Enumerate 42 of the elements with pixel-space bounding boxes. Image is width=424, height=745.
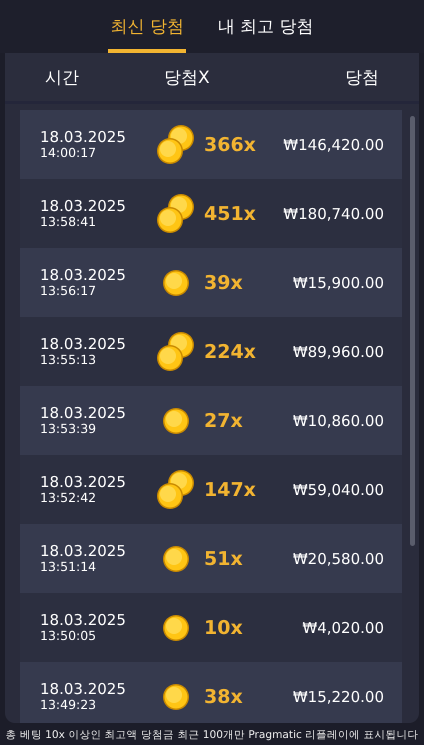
date: 18.03.2025 bbox=[40, 267, 127, 284]
time: 13:58:41 bbox=[40, 215, 98, 229]
column-header: 당첨 bbox=[345, 66, 379, 88]
date: 18.03.2025 bbox=[40, 474, 127, 491]
date: 18.03.2025 bbox=[40, 198, 127, 215]
win-amount: ₩20,580.00 bbox=[292, 550, 384, 568]
scrollbar[interactable] bbox=[410, 116, 415, 546]
date: 18.03.2025 bbox=[40, 336, 127, 353]
multiplier: 451x bbox=[203, 202, 257, 224]
date: 18.03.2025 bbox=[40, 681, 127, 698]
multiplier: 51x bbox=[203, 548, 244, 570]
time: 13:50:05 bbox=[40, 629, 98, 643]
multiplier: 147x bbox=[203, 478, 257, 500]
time: 13:49:23 bbox=[40, 698, 98, 712]
multiplier: 224x bbox=[203, 340, 257, 362]
date: 18.03.2025 bbox=[40, 129, 127, 146]
multiplier: 10x bbox=[203, 616, 244, 638]
time: 13:56:17 bbox=[40, 284, 98, 298]
time: 13:52:42 bbox=[40, 491, 98, 505]
time: 13:51:14 bbox=[40, 560, 98, 574]
date: 18.03.2025 bbox=[40, 612, 127, 629]
win-amount: ₩15,220.00 bbox=[292, 688, 384, 706]
multiplier: 27x bbox=[203, 410, 244, 432]
time: 13:55:13 bbox=[40, 353, 98, 367]
footer-note: 총 베팅 10x 이상인 최고액 당첨금 최근 100개만 Pragmatic 리플레이에 표시됩니다 bbox=[4, 728, 420, 742]
date: 18.03.2025 bbox=[40, 543, 127, 560]
win-amount: ₩15,900.00 bbox=[292, 274, 384, 292]
date: 18.03.2025 bbox=[40, 405, 127, 422]
win-amount: ₩59,040.00 bbox=[292, 480, 384, 498]
win-amount: ₩146,420.00 bbox=[283, 136, 384, 154]
multiplier: 39x bbox=[203, 272, 244, 294]
multiplier: 366x bbox=[203, 134, 257, 156]
win-amount: ₩89,960.00 bbox=[292, 342, 384, 360]
column-header: 당첨X bbox=[164, 66, 211, 88]
win-amount: ₩10,860.00 bbox=[292, 412, 384, 430]
multiplier: 38x bbox=[203, 686, 244, 708]
win-amount: ₩4,020.00 bbox=[302, 618, 384, 636]
win-amount: ₩180,740.00 bbox=[283, 204, 384, 222]
time: 13:53:39 bbox=[40, 422, 98, 436]
column-header: 시간 bbox=[45, 66, 80, 88]
tab[interactable]: 내 최고 당첨 bbox=[216, 0, 316, 53]
time: 14:00:17 bbox=[40, 146, 98, 160]
